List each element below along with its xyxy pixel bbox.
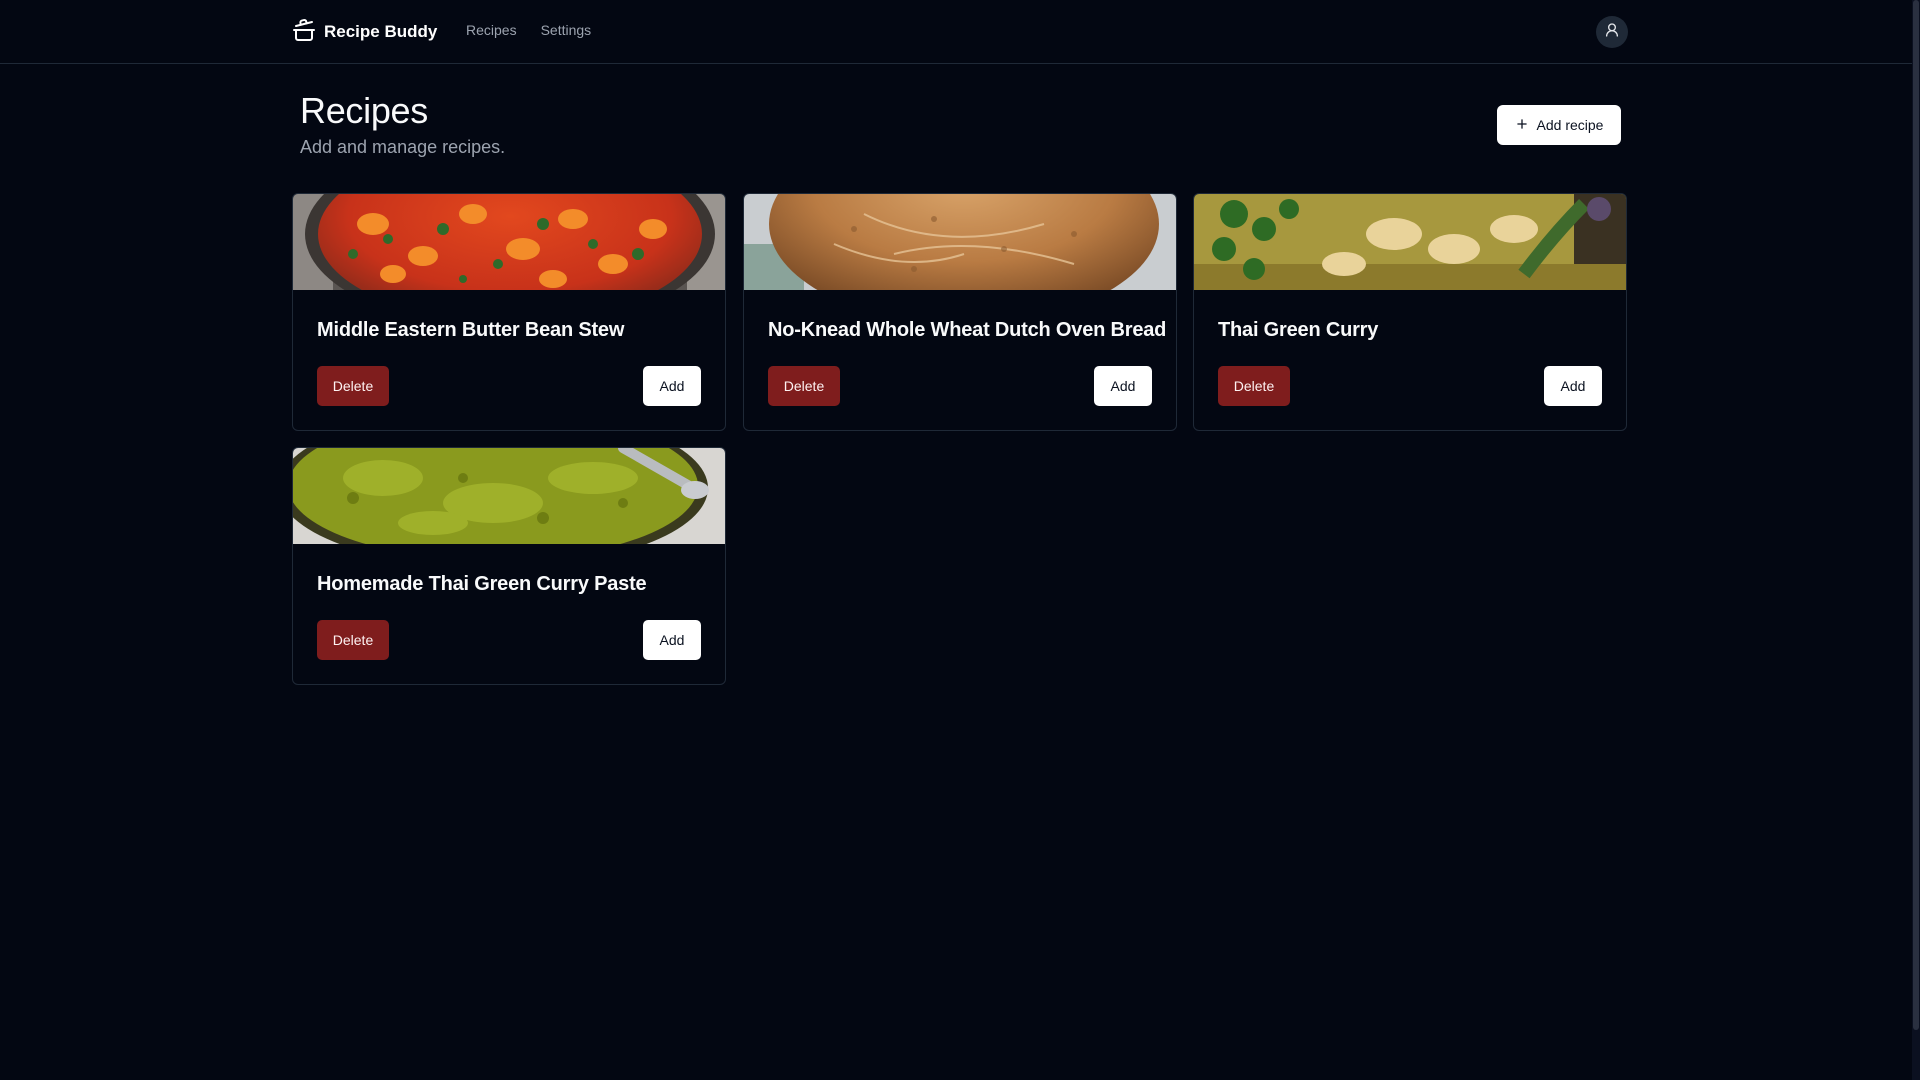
- add-recipe-to-list-button[interactable]: Add: [643, 366, 701, 406]
- delete-recipe-button[interactable]: Delete: [768, 366, 840, 406]
- recipe-title: Homemade Thai Green Curry Paste: [317, 573, 647, 595]
- add-recipe-to-list-button[interactable]: Add: [1094, 366, 1152, 406]
- recipe-image: [1194, 194, 1626, 290]
- page-title: Recipes: [300, 90, 428, 131]
- user-icon: [1604, 22, 1620, 43]
- recipes-page: Recipe Buddy Recipes Settings Recipes Ad…: [0, 0, 1920, 1080]
- add-recipe-button[interactable]: Add recipe: [1497, 105, 1621, 145]
- add-recipe-label: Add recipe: [1536, 117, 1604, 133]
- scrollbar-thumb[interactable]: [1913, 0, 1919, 1030]
- delete-recipe-button[interactable]: Delete: [317, 620, 389, 660]
- add-recipe-to-list-button[interactable]: Add: [1544, 366, 1602, 406]
- plus-icon: [1515, 117, 1529, 134]
- recipe-card: Middle Eastern Butter Bean Stew Delete A…: [292, 193, 726, 431]
- delete-recipe-button[interactable]: Delete: [317, 366, 389, 406]
- nav-link-recipes[interactable]: Recipes: [466, 22, 517, 38]
- brand-logo-link[interactable]: Recipe Buddy: [292, 18, 437, 46]
- recipe-title: No-Knead Whole Wheat Dutch Oven Bread: [768, 319, 1167, 341]
- main-nav: Recipes Settings: [466, 22, 591, 38]
- app-name: Recipe Buddy: [324, 22, 438, 41]
- add-recipe-to-list-button[interactable]: Add: [643, 620, 701, 660]
- cooking-pot-icon: [292, 18, 316, 47]
- recipe-title: Middle Eastern Butter Bean Stew: [317, 319, 625, 341]
- recipe-title: Thai Green Curry: [1218, 319, 1379, 341]
- user-avatar-button[interactable]: [1596, 16, 1628, 48]
- recipe-image: [293, 448, 725, 544]
- recipe-card: No-Knead Whole Wheat Dutch Oven Bread De…: [743, 193, 1177, 431]
- vertical-scrollbar[interactable]: [1912, 0, 1920, 1080]
- nav-link-settings[interactable]: Settings: [541, 22, 592, 38]
- top-navigation-bar: Recipe Buddy Recipes Settings: [0, 0, 1920, 64]
- recipe-card: Thai Green Curry Delete Add: [1193, 193, 1627, 431]
- page-subtitle: Add and manage recipes.: [300, 137, 506, 157]
- recipe-card: Homemade Thai Green Curry Paste Delete A…: [292, 447, 726, 685]
- recipe-image: [293, 194, 725, 290]
- delete-recipe-button[interactable]: Delete: [1218, 366, 1290, 406]
- recipe-image: [744, 194, 1176, 290]
